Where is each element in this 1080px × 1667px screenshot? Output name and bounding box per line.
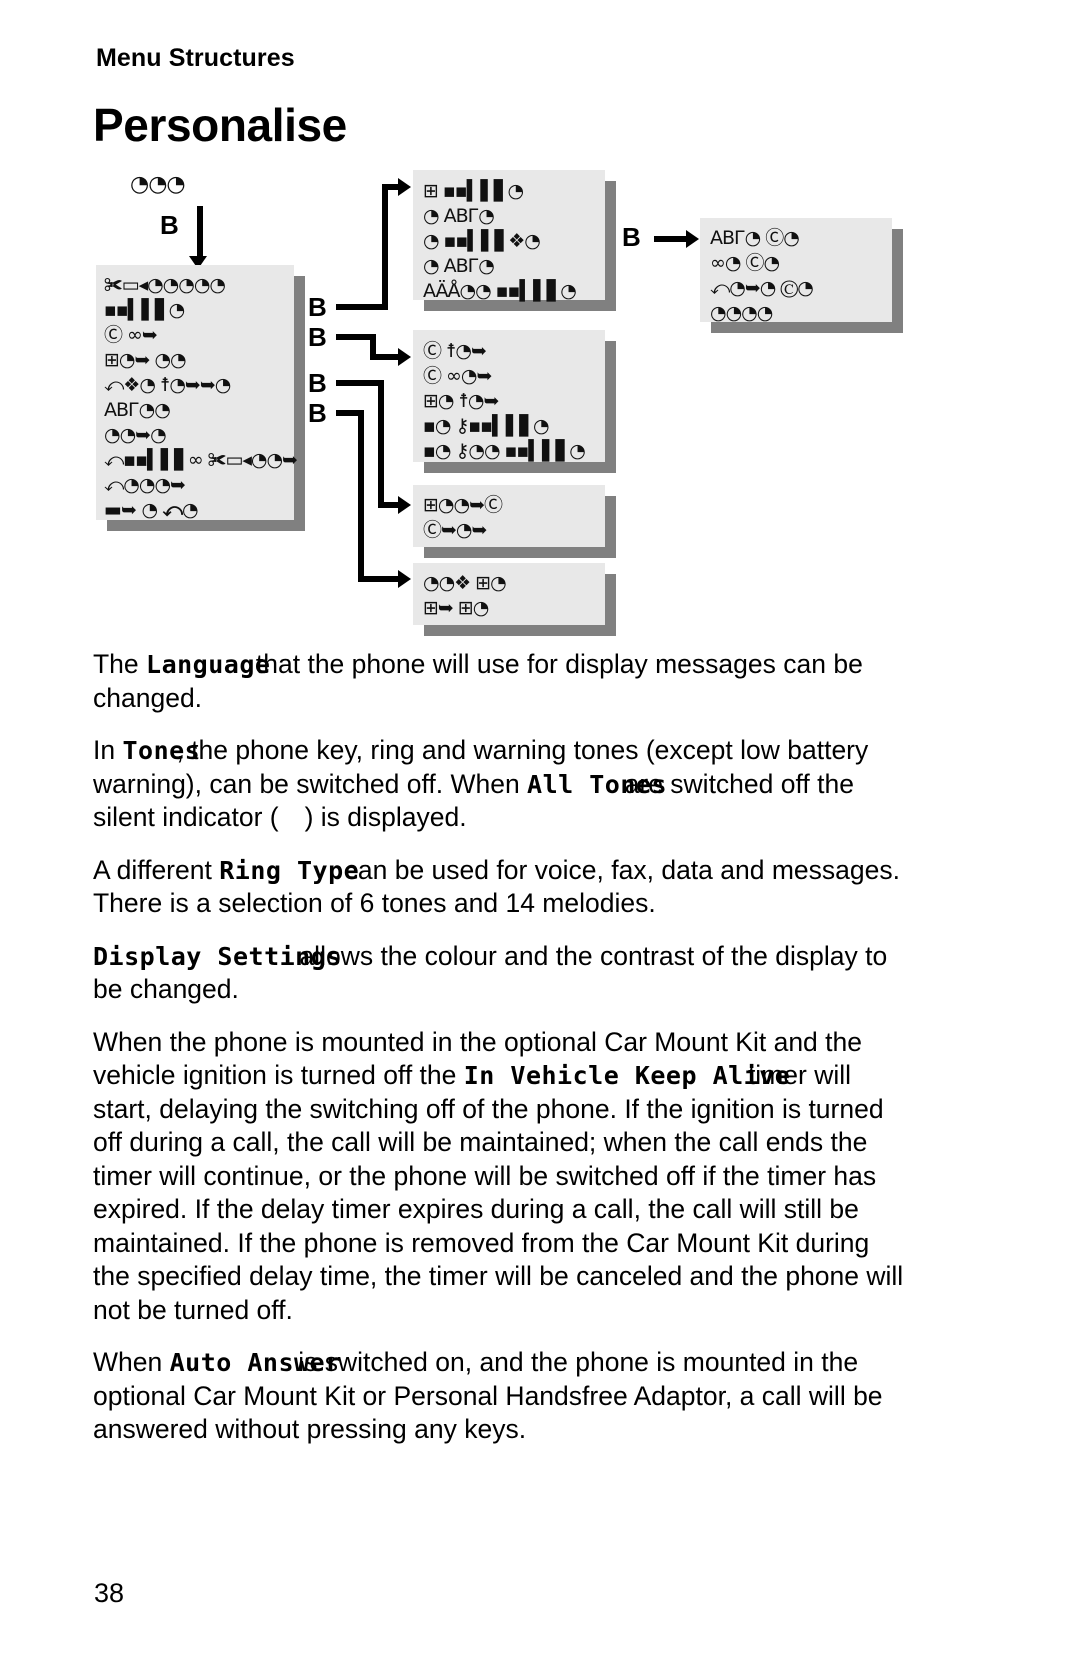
- menu-item: ABГ◔ Ⓒ◔: [710, 227, 800, 249]
- box-shadow-right: [892, 229, 903, 333]
- connector-root-vertical: [197, 206, 203, 258]
- menu-item: Ⓒ ☨◔➥: [423, 340, 487, 362]
- menu-item: ∞◔ Ⓒ◔: [710, 252, 780, 274]
- menu-item: ✀▭◂◔◔◔◔◔: [104, 274, 226, 296]
- menu-structure-diagram: ◔◔◔ B ✀▭◂◔◔◔◔◔ ▪▪▍▌▋◔ Ⓒ ∞➥ ⊞◔➥ ◔◔ ⤺❖◔ ☨◔…: [0, 160, 1080, 640]
- menu-item: ◔ ▪▪▍▌▋❖◔: [423, 230, 541, 252]
- term-language: Language: [146, 650, 271, 679]
- connector-b2-h2: [370, 354, 400, 360]
- box-shadow-bottom: [424, 625, 616, 636]
- tones-box: Ⓒ ☨◔➥ Ⓒ ∞◔➥ ⊞◔ ☨◔➥ ▪◔ ⚷▪▪▍▌▋◔ ▪◔ ⚷◔◔ ▪▪▍…: [413, 330, 616, 473]
- menu-item: ▪▪▍▌▋◔: [104, 299, 185, 321]
- p5-rest: timer will start, delaying the switching…: [93, 1060, 904, 1325]
- menu-item: ABГ◔◔: [104, 399, 171, 421]
- menu-item: ⤺◔◔◔➥: [104, 474, 186, 496]
- branch-label-1: B: [308, 292, 327, 322]
- arrow-b5: [686, 230, 699, 248]
- menu-item: ◔◔❖ ⊞◔: [423, 572, 507, 594]
- menu-item: ⊞◔◔➥Ⓒ: [423, 494, 503, 516]
- menu-item: ▬➥ ◔ ⤺◔: [104, 499, 199, 521]
- menu-item: ◔ ABГ◔: [423, 205, 495, 227]
- menu-item: AÄÅ◔◔ ▪▪▍▌▋◔: [423, 280, 577, 302]
- personalise-menu-box: ✀▭◂◔◔◔◔◔ ▪▪▍▌▋◔ Ⓒ ∞➥ ⊞◔➥ ◔◔ ⤺❖◔ ☨◔➥➥◔ AB…: [96, 265, 305, 531]
- language-box: ABГ◔ Ⓒ◔ ∞◔ Ⓒ◔ ⤺◔➥◔ Ⓒ◔ ◔◔◔◔: [700, 218, 903, 333]
- p2-rest-b: ) is displayed.: [304, 802, 467, 832]
- connector-b3-v: [378, 380, 384, 508]
- menu-item: ⊞➥ ⊞◔: [423, 597, 489, 619]
- branch-label-3: B: [308, 368, 327, 398]
- paragraph-in-vehicle: When the phone is mounted in the optiona…: [93, 1026, 911, 1328]
- connector-b5-h: [654, 236, 690, 242]
- menu-item: ▪◔ ⚷▪▪▍▌▋◔: [423, 415, 550, 437]
- paragraph-auto-answer: When Auto Answeris switched on, and the …: [93, 1346, 911, 1447]
- menu-item: ⤺❖◔ ☨◔➥➥◔: [104, 374, 231, 396]
- menu-item: Ⓒ➥◔➥: [423, 519, 487, 541]
- term-in-vehicle-keep-alive: In Vehicle Keep Alive: [463, 1061, 791, 1090]
- box-shadow-right: [605, 181, 616, 311]
- menu-item: Ⓒ ∞➥: [104, 324, 158, 346]
- menu-item: ▪◔ ⚷◔◔ ▪▪▍▌▋◔: [423, 440, 586, 462]
- p6-lead: When: [93, 1347, 170, 1377]
- in-vehicle-box: ⊞◔◔➥Ⓒ Ⓒ➥◔➥: [413, 485, 616, 558]
- menu-item: ⊞◔➥ ◔◔: [104, 349, 187, 371]
- connector-b4-h2: [358, 576, 400, 582]
- connector-b1-v: [382, 184, 388, 310]
- branch-label-4: B: [308, 398, 327, 428]
- paragraph-display-settings: Display Settingsallows the colour and th…: [93, 940, 911, 1007]
- connector-b1-h: [336, 304, 388, 310]
- body-text: The Languagethat the phone will use for …: [93, 648, 911, 1466]
- page-number: 38: [94, 1578, 125, 1608]
- paragraph-ring-type: A different Ring Typecan be used for voi…: [93, 854, 911, 921]
- menu-item: ◔◔◔◔: [710, 302, 773, 324]
- connector-b3-h: [336, 380, 384, 386]
- menu-item: ⊞ ▪▪▍▌▋◔: [423, 180, 524, 202]
- p1-lead: The: [93, 649, 147, 679]
- paragraph-tones: In Tones, the phone key, ring and warnin…: [93, 734, 911, 835]
- connector-b3-h2: [378, 502, 400, 508]
- arrow-b4: [398, 570, 411, 588]
- box-shadow-right: [294, 276, 305, 531]
- arrow-b3: [398, 496, 411, 514]
- menu-item: ◔ ABГ◔: [423, 255, 495, 277]
- menu-item: ⤺▪▪▍▌▋∞ ✀▭◂◔◔➥: [104, 449, 298, 471]
- box-shadow-right: [605, 341, 616, 473]
- running-head: Menu Structures: [96, 44, 295, 72]
- branch-label-root: B: [160, 210, 179, 240]
- branch-label-5: B: [622, 222, 641, 252]
- auto-answer-box: ◔◔❖ ⊞◔ ⊞➥ ⊞◔: [413, 563, 616, 636]
- menu-item: ⤺◔➥◔ Ⓒ◔: [710, 277, 814, 299]
- p3-lead: A different: [93, 854, 220, 885]
- menu-item: Ⓒ ∞◔➥: [423, 365, 492, 387]
- branch-label-2: B: [308, 322, 327, 352]
- menu-item: ⊞◔ ☨◔➥: [423, 390, 499, 412]
- arrow-b2: [398, 348, 411, 366]
- connector-b4-v: [358, 410, 364, 582]
- menu-item: ◔◔➥◔: [104, 424, 167, 446]
- manual-page: Menu Structures Personalise ◔◔◔ B ✀▭◂◔◔◔…: [0, 0, 1080, 1667]
- term-ring-type: Ring Type: [219, 855, 360, 885]
- p2-lead: In: [93, 735, 123, 765]
- arrow-b1: [398, 178, 411, 196]
- page-title: Personalise: [93, 99, 347, 151]
- display-settings-box: ⊞ ▪▪▍▌▋◔ ◔ ABГ◔ ◔ ▪▪▍▌▋❖◔ ◔ ABГ◔ AÄÅ◔◔ ▪…: [413, 170, 616, 311]
- paragraph-language: The Languagethat the phone will use for …: [93, 648, 911, 715]
- diagram-root-node: ◔◔◔: [130, 172, 186, 197]
- box-shadow-bottom: [424, 547, 616, 558]
